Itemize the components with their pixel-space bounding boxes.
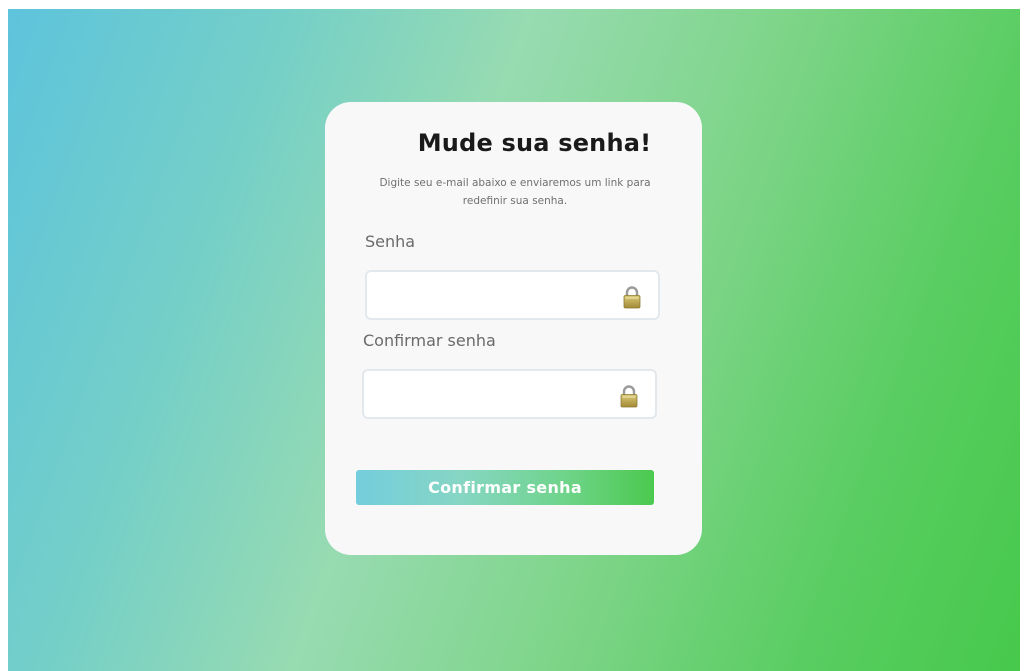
lock-icon (623, 286, 641, 309)
card-subtitle: Digite seu e-mail abaixo e enviaremos um… (379, 177, 651, 207)
card-title: Mude sua senha! (417, 129, 652, 157)
confirm-password-label: Confirmar senha (363, 331, 496, 350)
page-background: Mude sua senha! Digite seu e-mail abaixo… (8, 9, 1020, 671)
password-field-wrapper (365, 270, 660, 320)
confirm-password-input[interactable] (372, 379, 611, 411)
password-input[interactable] (375, 280, 614, 312)
password-label: Senha (365, 232, 416, 251)
confirm-password-button[interactable]: Confirmar senha (356, 470, 654, 505)
lock-icon (620, 385, 638, 408)
confirm-password-field-wrapper (362, 369, 657, 419)
reset-password-card: Mude sua senha! Digite seu e-mail abaixo… (325, 102, 702, 555)
